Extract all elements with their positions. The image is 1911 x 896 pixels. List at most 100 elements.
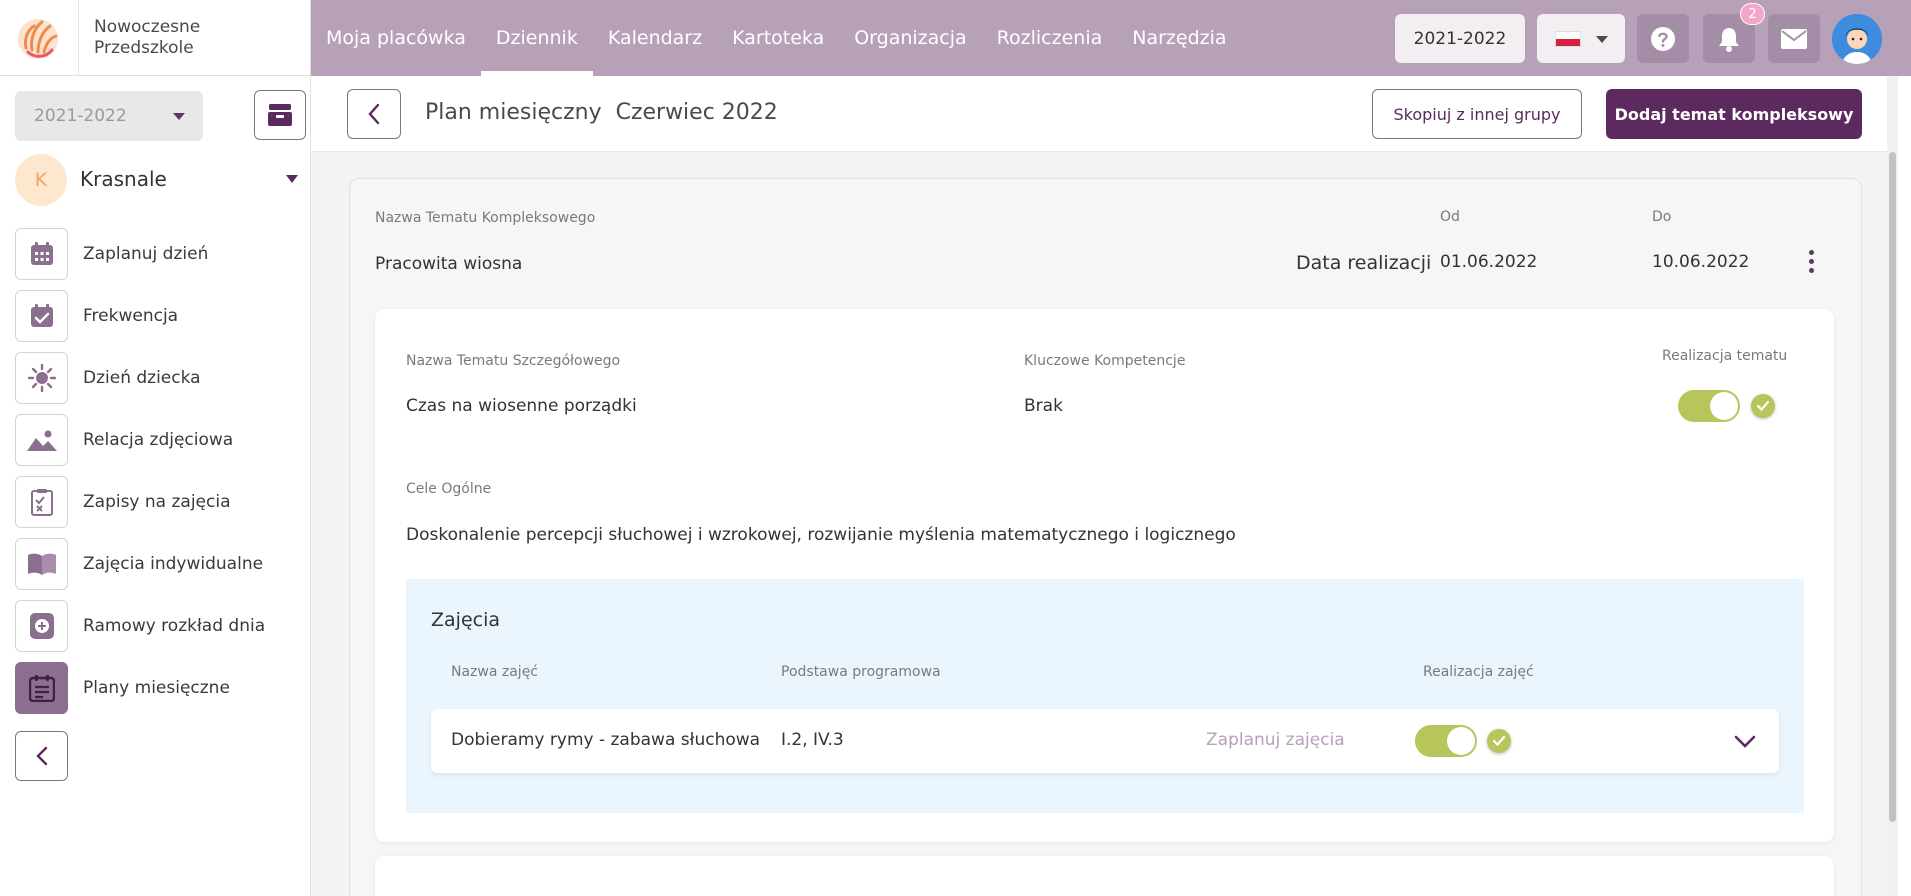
plan-activity-link[interactable]: Zaplanuj zajęcia [1206, 730, 1345, 750]
from-date: 01.06.2022 [1440, 252, 1538, 272]
general-goals-label: Cele Ogólne [406, 481, 492, 497]
calendar-grid-icon [30, 242, 53, 265]
sidebar-item-label: Relacja zdjęciowa [83, 430, 234, 450]
language-dropdown[interactable] [1537, 14, 1625, 63]
scrollbar-thumb[interactable] [1889, 152, 1896, 822]
sidebar-item-icon-box [15, 600, 68, 652]
sidebar-item-plany-miesieczne[interactable]: Plany miesięczne [15, 662, 305, 714]
nav-dziennik[interactable]: Dziennik [480, 0, 593, 76]
sidebar-item-label: Ramowy rozkład dnia [83, 616, 266, 636]
realization-date-label: Data realizacji [1296, 252, 1432, 274]
notifications-count-badge: 2 [1740, 3, 1765, 25]
sidebar-item-label: Plany miesięczne [83, 678, 230, 698]
page-title: Plan miesięczny Czerwiec 2022 [425, 100, 778, 125]
group-name[interactable]: Krasnale [80, 167, 167, 191]
activity-realized-check-icon [1487, 729, 1511, 753]
next-topic-card [375, 856, 1834, 896]
calendar-check-icon [30, 304, 53, 327]
logo-divider [78, 0, 79, 76]
sidebar-item-zajecia-indywidualne[interactable]: Zajęcia indywidualne [15, 538, 305, 590]
sidebar-item-dzien-dziecka[interactable]: Dzień dziecka [15, 352, 305, 404]
topic-realization-toggle[interactable] [1678, 390, 1740, 422]
calendar-list-icon [28, 675, 55, 702]
app-name-line2: Przedszkole [94, 38, 194, 58]
activities-col-name: Nazwa zajęć [451, 664, 539, 680]
messages-button[interactable] [1768, 14, 1820, 63]
sidebar-item-label: Frekwencja [83, 306, 179, 326]
sidebar-item-relacja-zdjeciowa[interactable]: Relacja zdjęciowa [15, 414, 305, 466]
activity-name: Dobieramy rymy - zabawa słuchowa [451, 730, 761, 750]
chevron-left-icon [368, 103, 380, 125]
group-caret-icon[interactable] [286, 175, 298, 183]
question-circle-icon [1651, 26, 1675, 51]
sidebar-year-value: 2021-2022 [34, 106, 127, 126]
app-name-line1: Nowoczesne [94, 17, 201, 37]
sidebar-item-label: Zajęcia indywidualne [83, 554, 264, 574]
user-avatar-icon [1832, 14, 1882, 64]
sidebar-year-select[interactable]: 2021-2022 [15, 91, 203, 141]
activities-title: Zajęcia [431, 609, 500, 631]
school-year-button[interactable]: 2021-2022 [1395, 14, 1525, 63]
bell-icon [1719, 27, 1739, 52]
archive-button[interactable] [254, 90, 306, 140]
sidebar-item-frekwencja[interactable]: Frekwencja [15, 290, 305, 342]
app-logo-area[interactable]: Nowoczesne Przedszkole [0, 0, 311, 76]
hand-logo-icon [18, 19, 58, 59]
sidebar-item-ramowy-rozklad-dnia[interactable]: Ramowy rozkład dnia [15, 600, 305, 652]
sidebar-item-icon-box [15, 538, 68, 590]
sidebar-item-zapisy-na-zajecia[interactable]: Zapisy na zajęcia [15, 476, 305, 528]
activity-basis: I.2, IV.3 [781, 730, 844, 750]
app-name: Nowoczesne Przedszkole [94, 17, 200, 59]
topic-realization-label: Realizacja tematu [1662, 348, 1788, 364]
sidebar-item-label: Zapisy na zajęcia [83, 492, 231, 512]
chevron-down-icon[interactable] [1734, 735, 1756, 749]
from-label: Od [1440, 209, 1460, 225]
copy-from-group-button[interactable]: Skopiuj z innej grupy [1372, 89, 1582, 139]
more-options-icon[interactable] [1809, 250, 1815, 276]
nav-kalendarz[interactable]: Kalendarz [593, 0, 717, 76]
main-nav: Moja placówka Dziennik Kalendarz Kartote… [311, 0, 1242, 76]
detail-topic-name: Czas na wiosenne porządki [406, 396, 637, 416]
sidebar-item-icon-box [15, 476, 68, 528]
activities-col-basis: Podstawa programowa [781, 664, 941, 680]
page-scrollbar[interactable] [1887, 76, 1898, 896]
image-icon [26, 430, 57, 451]
nav-narzedzia[interactable]: Narzędzia [1117, 0, 1241, 76]
competences-value: Brak [1024, 396, 1063, 416]
complex-topic-name: Pracowita wiosna [375, 254, 523, 274]
sidebar: 2021-2022 K Krasnale Zaplanuj dzień Frek… [0, 76, 311, 896]
group-avatar: K [15, 154, 67, 206]
nav-moja-placowka[interactable]: Moja placówka [311, 0, 481, 76]
caret-down-icon [1596, 36, 1608, 43]
to-label: Do [1652, 209, 1672, 225]
to-date: 10.06.2022 [1652, 252, 1750, 272]
nav-kartoteka[interactable]: Kartoteka [717, 0, 839, 76]
page-header: Plan miesięczny Czerwiec 2022 Skopiuj z … [311, 76, 1898, 152]
clipboard-checklist-icon [30, 489, 53, 516]
collapse-sidebar-button[interactable] [15, 731, 68, 781]
competences-label: Kluczowe Kompetencje [1024, 353, 1186, 369]
topic-realized-check-icon [1751, 394, 1775, 418]
activities-col-realization: Realizacja zajęć [1423, 664, 1534, 680]
add-complex-topic-button[interactable]: Dodaj temat kompleksowy [1606, 89, 1862, 139]
envelope-icon [1781, 28, 1807, 49]
archive-icon [268, 104, 292, 126]
poland-flag-icon [1555, 31, 1581, 47]
nav-rozliczenia[interactable]: Rozliczenia [982, 0, 1118, 76]
sidebar-item-icon-box [15, 290, 68, 342]
sidebar-item-icon-box [15, 662, 68, 714]
back-button[interactable] [347, 89, 401, 139]
sun-icon [27, 364, 56, 392]
sidebar-item-label: Dzień dziecka [83, 368, 201, 388]
help-button[interactable] [1637, 14, 1689, 63]
user-avatar[interactable] [1832, 14, 1882, 64]
main-content: Plan miesięczny Czerwiec 2022 Skopiuj z … [311, 76, 1898, 896]
nav-organizacja[interactable]: Organizacja [839, 0, 981, 76]
sidebar-item-label: Zaplanuj dzień [83, 244, 209, 264]
complex-topic-name-label: Nazwa Tematu Kompleksowego [375, 210, 596, 226]
general-goals-value: Doskonalenie percepcji słuchowej i wzrok… [406, 525, 1236, 545]
sidebar-item-zaplanuj-dzien[interactable]: Zaplanuj dzień [15, 228, 305, 280]
top-navigation-bar: Nowoczesne Przedszkole Moja placówka Dzi… [0, 0, 1911, 76]
chevron-left-icon [35, 746, 47, 766]
activity-realization-toggle[interactable] [1415, 725, 1477, 757]
